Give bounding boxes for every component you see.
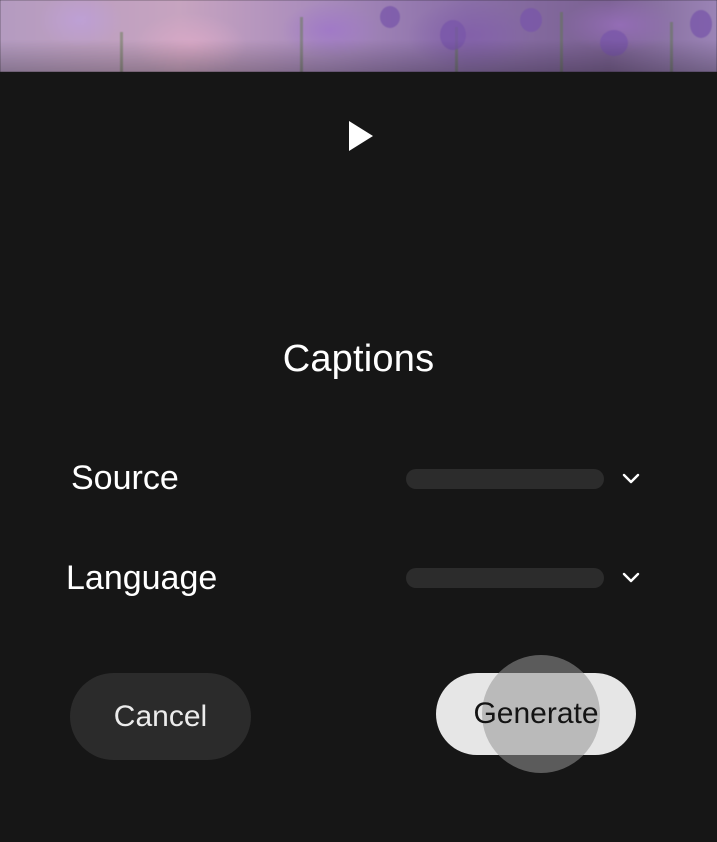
video-preview-image xyxy=(0,0,717,72)
language-value xyxy=(406,568,604,588)
generate-button-label: Generate xyxy=(473,697,599,730)
captions-screen: Captions Source Language Cancel Generate xyxy=(0,0,717,842)
language-label: Language xyxy=(66,559,218,597)
cancel-button[interactable]: Cancel xyxy=(70,673,251,760)
play-button[interactable] xyxy=(346,119,376,153)
chevron-down-icon xyxy=(622,572,640,583)
language-dropdown[interactable] xyxy=(404,566,650,590)
source-value xyxy=(406,469,604,489)
chevron-down-icon xyxy=(622,473,640,484)
source-label: Source xyxy=(71,459,179,497)
dialog-title: Captions xyxy=(282,338,435,380)
image-shade xyxy=(0,0,717,72)
play-icon xyxy=(349,121,373,151)
source-dropdown[interactable] xyxy=(404,467,650,491)
generate-button[interactable]: Generate xyxy=(436,673,636,755)
